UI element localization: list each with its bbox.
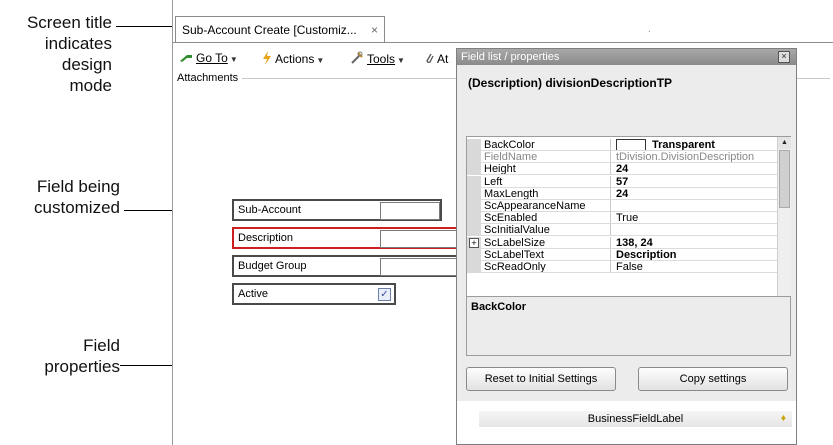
reset-settings-button[interactable]: Reset to Initial Settings	[466, 367, 616, 391]
property-row-gutter	[467, 139, 481, 151]
form-field-description[interactable]: Description	[232, 227, 462, 249]
property-row[interactable]: FieldName tDivision.DivisionDescription	[467, 151, 777, 164]
property-row-gutter	[467, 163, 481, 176]
scroll-thumb[interactable]	[779, 150, 790, 208]
callout-line: design	[61, 55, 112, 74]
field-label: Budget Group	[238, 260, 307, 272]
field-label: Description	[238, 232, 294, 244]
tab-title: Sub-Account Create [Customiz...	[182, 23, 357, 37]
property-row-gutter	[467, 212, 481, 225]
field-label: Active	[238, 288, 268, 300]
property-row-gutter	[467, 151, 481, 164]
callout-line: properties	[44, 357, 120, 376]
callout-leader	[116, 26, 174, 27]
property-row-gutter	[467, 224, 481, 237]
callout-line: mode	[69, 76, 112, 95]
property-row[interactable]: Height 24	[467, 163, 777, 176]
tools-label: Tools	[367, 52, 396, 66]
row-divider	[481, 272, 777, 273]
expand-icon[interactable]: +	[469, 237, 479, 248]
form-field-budget-group[interactable]: Budget Group	[232, 255, 462, 277]
copy-settings-button[interactable]: Copy settings	[638, 367, 788, 391]
tools-menu[interactable]: Tools ▼	[350, 51, 405, 66]
property-row[interactable]: + ScLabelSize 138, 24	[467, 236, 777, 249]
checkmark-icon: ✓	[380, 289, 389, 300]
panel-title: Field list / properties	[461, 51, 560, 63]
property-row-gutter	[467, 248, 481, 261]
chevron-down-icon: ▼	[229, 55, 238, 64]
property-row[interactable]: ScLabelText Description	[467, 248, 777, 261]
property-row[interactable]: MaxLength 24	[467, 187, 777, 200]
scroll-up-icon[interactable]: ▲	[778, 137, 791, 149]
form-field-active[interactable]: Active ✓	[232, 283, 396, 305]
description-input[interactable]	[380, 230, 462, 248]
property-row[interactable]: ScEnabled True	[467, 212, 777, 225]
chevron-down-icon: ▼	[316, 56, 325, 65]
actions-label: Actions	[275, 52, 315, 66]
business-field-area: BusinessFieldLabel ♦	[457, 401, 796, 444]
attach-label: At	[437, 52, 449, 66]
property-row-gutter	[467, 261, 481, 273]
close-icon[interactable]: ×	[778, 51, 790, 63]
panel-title-bar[interactable]: Field list / properties ×	[457, 49, 796, 65]
property-row-gutter	[467, 200, 481, 212]
property-row-gutter	[467, 187, 481, 200]
chevron-down-icon: ▼	[397, 56, 405, 65]
goto-label: Go To	[196, 51, 228, 65]
goto-icon	[180, 55, 192, 62]
field-properties-panel: Field list / properties × (Description) …	[456, 48, 797, 445]
business-field-label[interactable]: BusinessFieldLabel ♦	[479, 411, 792, 427]
callout-line: Screen title	[26, 13, 112, 32]
active-checkbox[interactable]: ✓	[378, 288, 391, 301]
callout-field-properties: Field properties	[0, 335, 120, 377]
paperclip-icon	[426, 53, 434, 63]
sub-account-input[interactable]	[380, 202, 440, 220]
tab-strip: Sub-Account Create [Customiz... × .	[173, 0, 833, 45]
property-row[interactable]: Left 57	[467, 175, 777, 188]
actions-menu[interactable]: Actions ▼	[262, 51, 324, 66]
property-row[interactable]: BackColor Transparent	[467, 139, 777, 151]
property-row[interactable]: ScAppearanceName	[467, 200, 777, 212]
property-description-title: BackColor	[471, 301, 527, 313]
form-field-sub-account[interactable]: Sub-Account	[232, 199, 442, 221]
attachments-label: Attachments	[177, 72, 243, 84]
property-row[interactable]: ScReadOnly False	[467, 261, 777, 273]
property-row-gutter	[467, 175, 481, 188]
goto-menu[interactable]: Go To ▼	[179, 51, 238, 65]
tab-divider	[173, 42, 833, 43]
callout-line: indicates	[44, 34, 112, 53]
close-icon[interactable]: ×	[371, 17, 378, 43]
selected-field-heading: (Description) divisionDescriptionTP	[468, 76, 673, 90]
callout-line: Field being	[36, 177, 120, 196]
callout-line: Field	[83, 336, 120, 355]
tools-icon	[351, 51, 363, 64]
callout-screen-title: Screen title indicates design mode	[0, 12, 112, 96]
actions-icon	[263, 51, 271, 65]
tab-strip-dot: .	[648, 24, 651, 35]
budget-group-input[interactable]	[380, 258, 462, 276]
field-label: Sub-Account	[238, 204, 301, 216]
attach-menu[interactable]: At	[424, 51, 448, 66]
business-field-label-text: BusinessFieldLabel	[587, 413, 684, 425]
property-row[interactable]: ScInitialValue	[467, 224, 777, 237]
callout-line: customized	[34, 198, 120, 217]
diamond-icon: ♦	[780, 413, 786, 424]
tab-sub-account-create[interactable]: Sub-Account Create [Customiz... ×	[175, 16, 385, 42]
property-description-box: BackColor	[466, 296, 791, 356]
callout-field-customized: Field being customized	[0, 176, 120, 218]
